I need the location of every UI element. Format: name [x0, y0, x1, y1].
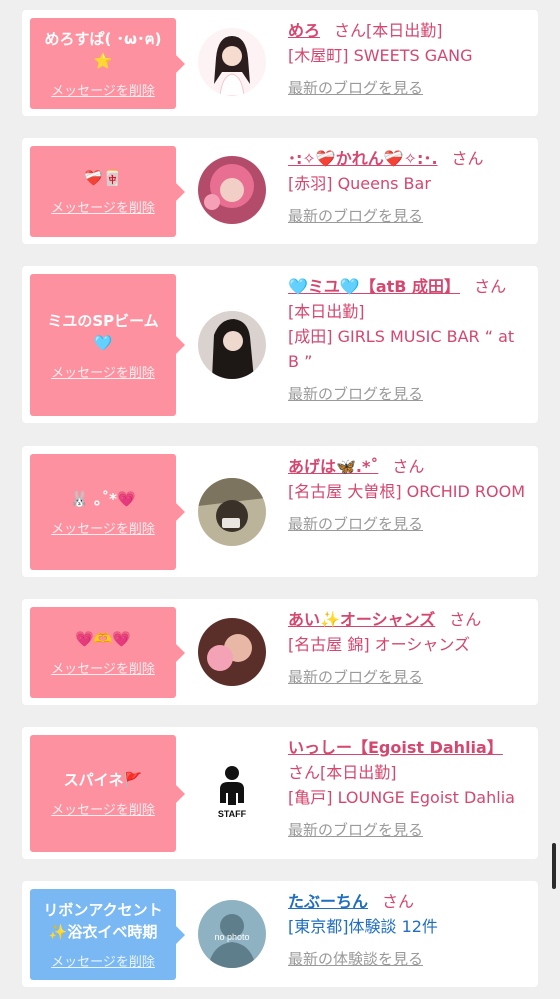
message-text: リボンアクセント ✨浴衣イベ時期	[43, 901, 163, 941]
message-text: ❤️‍🩹🀄	[84, 169, 122, 187]
avatar[interactable]	[198, 618, 266, 686]
message-text: めろすぱ( ･ω･ฅ)⭐	[44, 30, 162, 70]
attendance-badge: [本日出勤]	[320, 763, 397, 782]
girl-avatar-icon	[198, 478, 266, 546]
delete-message-link[interactable]: メッセージを削除	[51, 80, 155, 99]
avatar[interactable]	[198, 311, 266, 379]
honorific: さん	[474, 277, 507, 296]
latest-blog-link[interactable]: 最新のブログを見る	[288, 513, 528, 535]
latest-blog-link[interactable]: 最新のブログを見る	[288, 666, 528, 688]
latest-blog-link[interactable]: 最新のブログを見る	[288, 383, 528, 405]
staff-person-icon: STAFF	[198, 759, 266, 827]
review-count: [東京都]体験談 12件	[288, 917, 438, 936]
latest-blog-link[interactable]: 最新のブログを見る	[288, 205, 528, 227]
member-name-link[interactable]: 🩵ミユ🩵【atB 成田】	[288, 277, 460, 296]
entry-info: いっしー【Egoist Dahlia】 さん[本日出勤] [亀戸] LOUNGE…	[288, 735, 528, 841]
entry-info: あい✨オーシャンズ さん [名古屋 錦] オーシャンズ 最新のブログを見る	[288, 607, 528, 688]
message-text: 💗🫶💗	[74, 630, 132, 648]
girl-avatar-icon	[198, 311, 266, 379]
latest-blog-link[interactable]: 最新のブログを見る	[288, 819, 528, 841]
member-name-link[interactable]: めろ	[288, 21, 320, 40]
delete-message-link[interactable]: メッセージを削除	[51, 518, 155, 537]
message-bubble: ミユのSPビーム 🩵 メッセージを削除	[30, 274, 185, 416]
honorific: さん	[382, 892, 415, 911]
avatar[interactable]	[198, 28, 266, 96]
delete-message-link[interactable]: メッセージを削除	[51, 197, 155, 216]
message-bubble: めろすぱ( ･ω･ฅ)⭐ メッセージを削除	[30, 18, 185, 109]
message-bubble: ❤️‍🩹🀄 メッセージを削除	[30, 146, 185, 237]
message-bubble: リボンアクセント ✨浴衣イベ時期 メッセージを削除	[30, 889, 185, 980]
list-item: ❤️‍🩹🀄 メッセージを削除 ･:✧❤️‍🩹かれん❤️‍🩹✧:･. さん [赤羽]…	[22, 138, 538, 244]
member-name-link[interactable]: あい✨オーシャンズ	[288, 610, 435, 629]
shop-info: [亀戸] LOUNGE Egoist Dahlia	[288, 788, 515, 807]
member-name-link[interactable]: あげは🦋.*˚	[288, 457, 378, 476]
attendance-badge: [本日出勤]	[288, 302, 365, 321]
delete-message-link[interactable]: メッセージを削除	[51, 799, 155, 818]
no-photo-label: no photo	[214, 932, 249, 942]
shop-info: [赤羽] Queens Bar	[288, 174, 431, 193]
shop-info: [成田] GIRLS MUSIC BAR “ at B ”	[288, 327, 515, 371]
message-bubble: 💗🫶💗 メッセージを削除	[30, 607, 185, 698]
entry-info: ･:✧❤️‍🩹かれん❤️‍🩹✧:･. さん [赤羽] Queens Bar 最新の…	[288, 146, 528, 227]
list-item: ミユのSPビーム 🩵 メッセージを削除 🩵ミユ🩵【atB 成田】 さん [本日出勤…	[22, 266, 538, 423]
girl-avatar-icon	[198, 28, 266, 96]
member-name-link[interactable]: たぶーちん	[288, 892, 368, 911]
girl-avatar-icon	[198, 618, 266, 686]
shop-info: [名古屋 大曽根] ORCHID ROOM	[288, 482, 526, 501]
latest-blog-link[interactable]: 最新のブログを見る	[288, 77, 528, 99]
avatar[interactable]	[198, 156, 266, 224]
list-item: 🐰 ｡˚*💗 メッセージを削除 あげは🦋.*˚ さん [名古屋 大曽根] ORCH…	[22, 446, 538, 577]
attendance-badge: [本日出勤]	[366, 21, 443, 40]
message-bubble: 🐰 ｡˚*💗 メッセージを削除	[30, 454, 185, 570]
avatar[interactable]: no photo	[198, 900, 266, 968]
staff-label: STAFF	[218, 809, 247, 819]
entry-info: あげは🦋.*˚ さん [名古屋 大曽根] ORCHID ROOM 最新のブログを見…	[288, 454, 528, 535]
entry-info: 🩵ミユ🩵【atB 成田】 さん [本日出勤] [成田] GIRLS MUSIC B…	[288, 274, 528, 405]
message-text: スパイネ🚩	[63, 771, 143, 789]
message-text: 🐰 ｡˚*💗	[70, 489, 136, 508]
entry-info: めろ さん[本日出勤] [木屋町] SWEETS GANG 最新のブログを見る	[288, 18, 528, 99]
message-text: ミユのSPビーム 🩵	[47, 311, 159, 352]
scrollbar[interactable]	[552, 843, 556, 889]
delete-message-link[interactable]: メッセージを削除	[51, 362, 155, 381]
honorific: さん	[392, 457, 425, 476]
girl-avatar-icon	[198, 156, 266, 224]
avatar[interactable]: STAFF	[198, 759, 266, 827]
honorific: さん	[449, 610, 482, 629]
list-item: スパイネ🚩 メッセージを削除 STAFF いっしー【Egoist Dahlia】…	[22, 727, 538, 859]
avatar[interactable]	[198, 478, 266, 546]
message-list: めろすぱ( ･ω･ฅ)⭐ メッセージを削除 めろ さん[本日出勤] [木屋町] S…	[0, 0, 560, 999]
honorific: さん	[451, 149, 484, 168]
delete-message-link[interactable]: メッセージを削除	[51, 951, 155, 970]
honorific: さん	[334, 21, 367, 40]
honorific: さん	[288, 763, 321, 782]
shop-info: [木屋町] SWEETS GANG	[288, 46, 473, 65]
entry-info: たぶーちん さん [東京都]体験談 12件 最新の体験談を見る	[288, 889, 528, 970]
delete-message-link[interactable]: メッセージを削除	[51, 658, 155, 677]
message-bubble: スパイネ🚩 メッセージを削除	[30, 735, 185, 852]
list-item: めろすぱ( ･ω･ฅ)⭐ メッセージを削除 めろ さん[本日出勤] [木屋町] S…	[22, 10, 538, 116]
no-photo-avatar-icon: no photo	[198, 900, 266, 968]
list-item: リボンアクセント ✨浴衣イベ時期 メッセージを削除 no photo たぶーちん…	[22, 881, 538, 987]
shop-info: [名古屋 錦] オーシャンズ	[288, 635, 471, 654]
member-name-link[interactable]: いっしー【Egoist Dahlia】	[288, 738, 503, 757]
list-item: 💗🫶💗 メッセージを削除 あい✨オーシャンズ さん [名古屋 錦] オーシャンズ …	[22, 599, 538, 705]
latest-review-link[interactable]: 最新の体験談を見る	[288, 948, 528, 970]
member-name-link[interactable]: ･:✧❤️‍🩹かれん❤️‍🩹✧:･.	[288, 149, 438, 168]
